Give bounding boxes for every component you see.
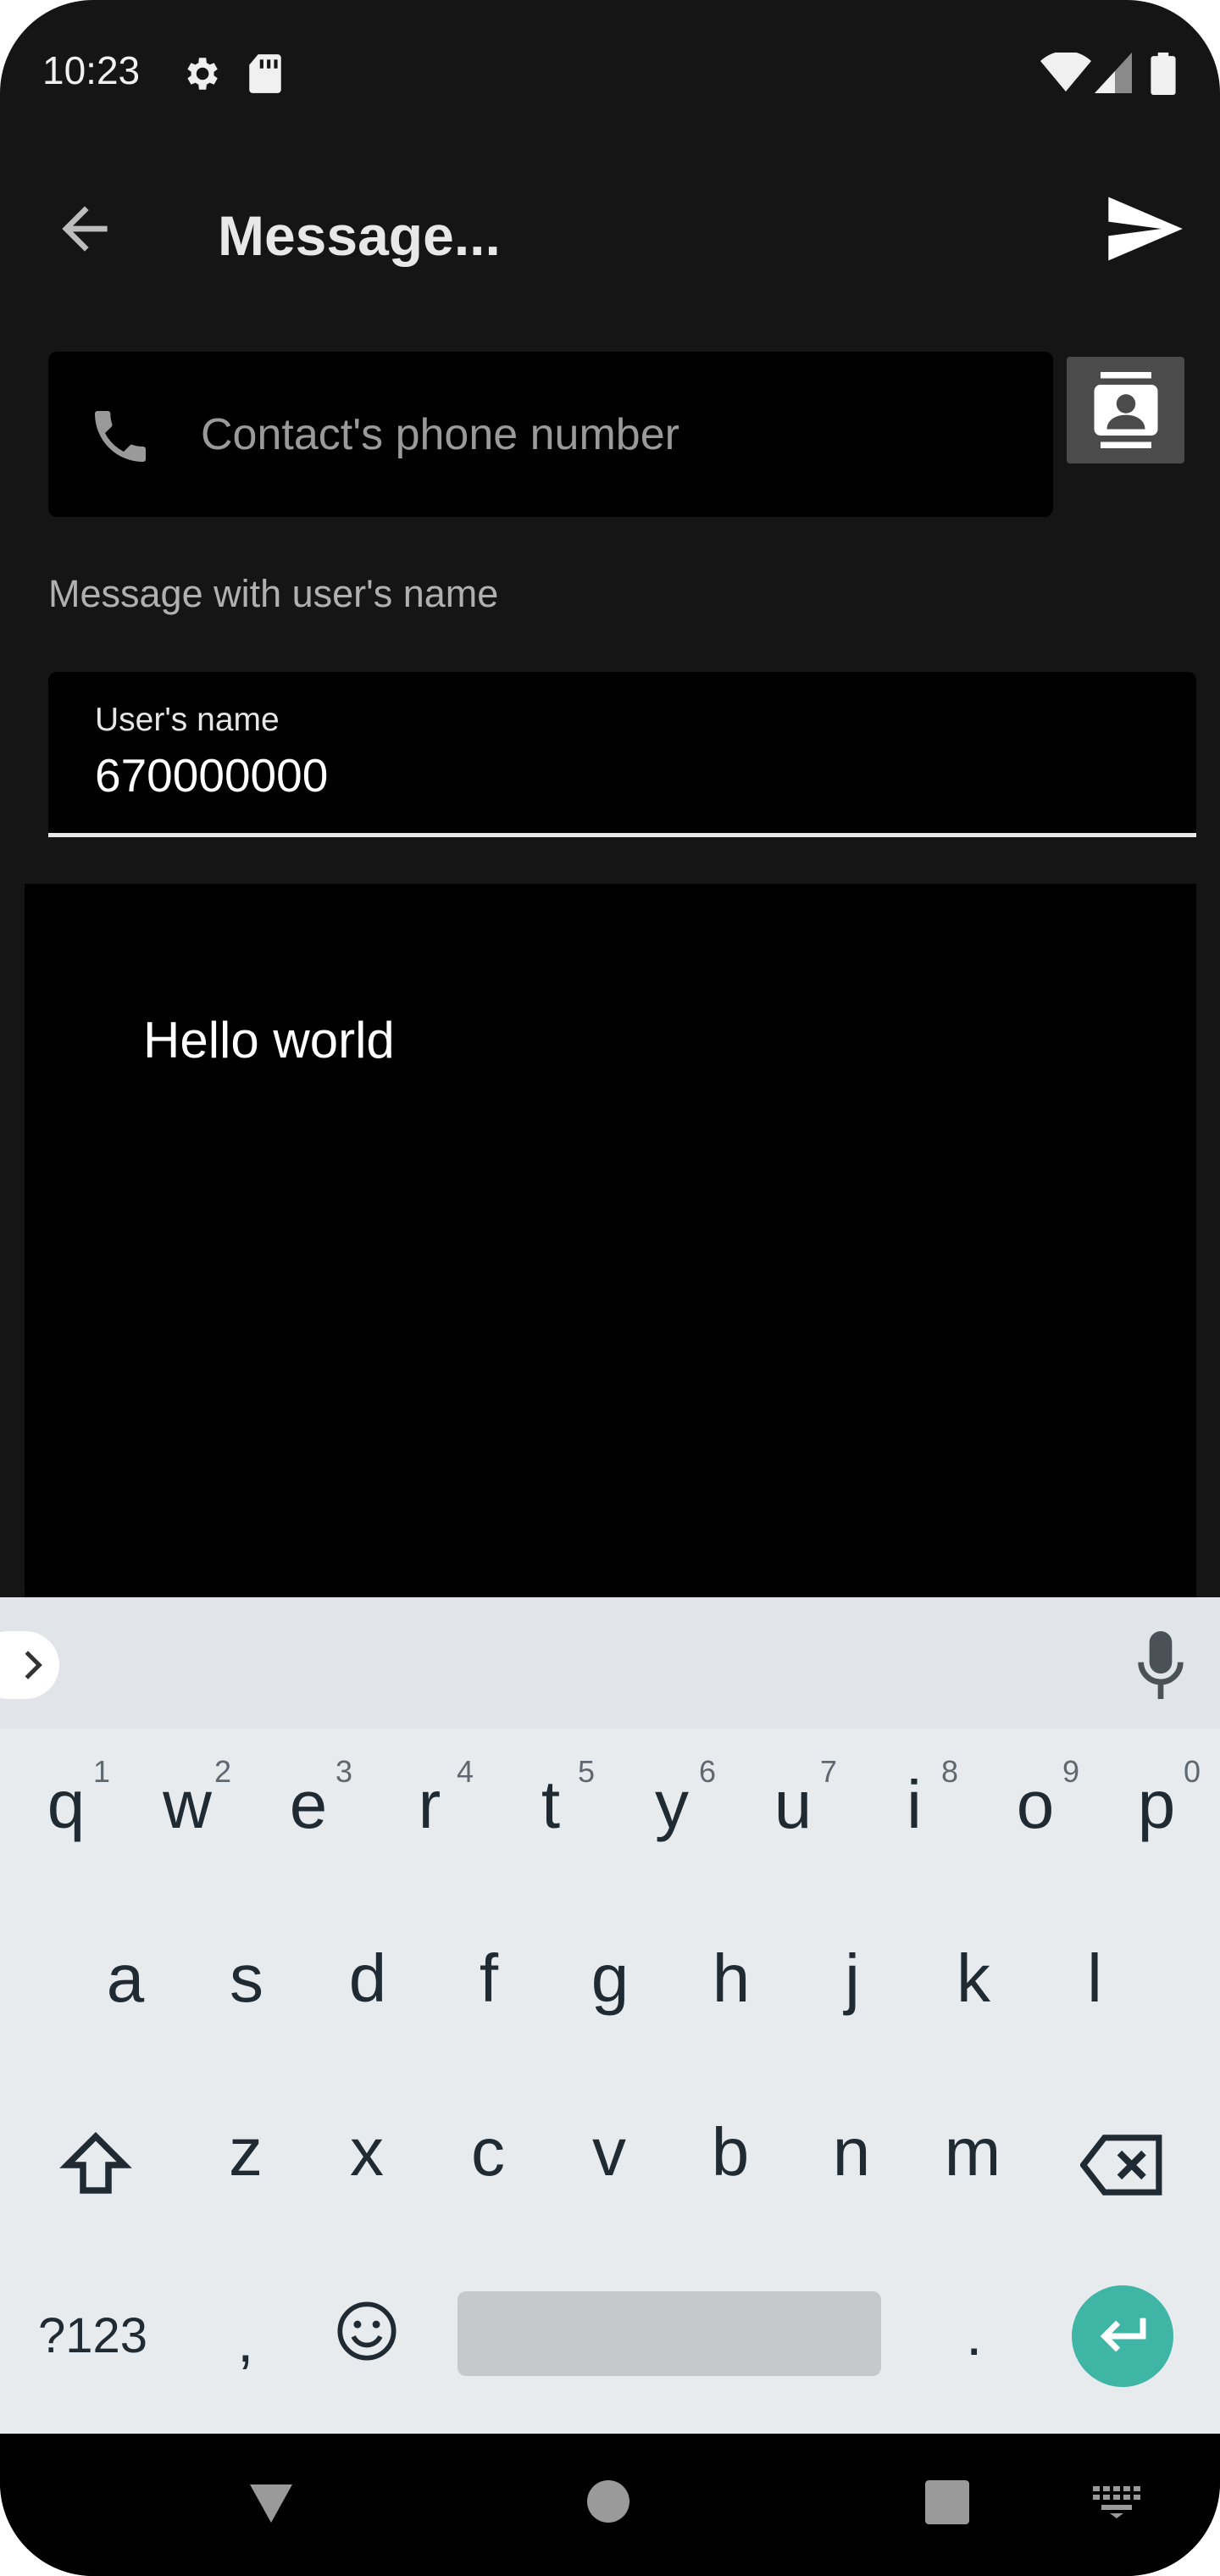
- key-hint: 8: [940, 1754, 958, 1789]
- recents-nav-icon[interactable]: [925, 2480, 969, 2524]
- shift-icon[interactable]: [58, 2127, 134, 2203]
- key-hint: 1: [92, 1754, 110, 1789]
- key-g[interactable]: g: [551, 1902, 669, 2055]
- key-label: t: [541, 1767, 561, 1842]
- back-nav-icon[interactable]: [246, 2476, 297, 2527]
- navigation-bar: [0, 2434, 1220, 2576]
- app-bar: Message...: [0, 144, 1220, 314]
- key-o[interactable]: o9: [976, 1729, 1095, 1881]
- key-w[interactable]: w2: [128, 1729, 247, 1881]
- sd-card-icon: [249, 54, 281, 93]
- key-m[interactable]: m: [913, 2076, 1032, 2229]
- key-label: e: [289, 1767, 328, 1842]
- send-icon[interactable]: [1101, 186, 1186, 271]
- home-nav-icon[interactable]: [587, 2480, 629, 2523]
- arrow-left-icon[interactable]: [51, 195, 119, 263]
- key-label: r: [418, 1767, 441, 1842]
- symbols-key[interactable]: ?123: [38, 2307, 147, 2364]
- key-p[interactable]: p0: [1097, 1729, 1216, 1881]
- signal-icon: [1095, 53, 1132, 93]
- backspace-icon[interactable]: [1080, 2131, 1165, 2199]
- enter-key[interactable]: [1072, 2285, 1173, 2387]
- key-e[interactable]: e3: [249, 1729, 368, 1881]
- key-l[interactable]: l: [1035, 1902, 1154, 2055]
- key-label: q: [47, 1767, 86, 1842]
- key-s[interactable]: s: [187, 1902, 306, 2055]
- key-x[interactable]: x: [308, 2076, 426, 2229]
- wifi-icon: [1040, 53, 1091, 92]
- key-hint: 4: [456, 1754, 474, 1789]
- key-h[interactable]: h: [672, 1902, 790, 2055]
- key-i[interactable]: i8: [855, 1729, 973, 1881]
- phone-number-field[interactable]: Contact's phone number: [48, 352, 1053, 517]
- user-name-field[interactable]: User's name 670000000: [48, 672, 1196, 837]
- chevron-right-icon: [25, 1651, 42, 1679]
- key-hint: 2: [214, 1754, 231, 1789]
- phone-icon: [95, 411, 146, 462]
- contacts-book-icon: [1094, 372, 1158, 448]
- key-y[interactable]: y6: [613, 1729, 731, 1881]
- comma-key[interactable]: ,: [237, 2307, 253, 2375]
- gear-icon: [187, 58, 218, 90]
- message-input[interactable]: Hello world: [25, 884, 1196, 1600]
- key-f[interactable]: f: [430, 1902, 548, 2055]
- section-label: Message with user's name: [48, 572, 499, 615]
- battery-icon: [1151, 53, 1176, 95]
- keyboard-toolbar: [0, 1597, 1220, 1729]
- key-hint: 6: [698, 1754, 716, 1789]
- key-c[interactable]: c: [429, 2076, 547, 2229]
- key-t[interactable]: t5: [491, 1729, 610, 1881]
- microphone-icon[interactable]: [1135, 1631, 1186, 1699]
- key-j[interactable]: j: [793, 1902, 912, 2055]
- expand-toolbar-button[interactable]: [0, 1631, 59, 1699]
- key-label: u: [774, 1767, 812, 1842]
- key-b[interactable]: b: [671, 2076, 790, 2229]
- phone-number-placeholder: Contact's phone number: [201, 410, 679, 459]
- key-r[interactable]: r4: [370, 1729, 489, 1881]
- key-label: w: [163, 1767, 212, 1842]
- contacts-button[interactable]: [1067, 357, 1184, 464]
- user-name-label: User's name: [95, 702, 280, 738]
- key-a[interactable]: a: [66, 1902, 185, 2055]
- key-hint: 3: [335, 1754, 352, 1789]
- user-name-value: 670000000: [95, 749, 329, 802]
- phone-screen: 10:23 Message... Contact's phone number …: [0, 0, 1220, 2576]
- key-q[interactable]: q1: [7, 1729, 125, 1881]
- status-time: 10:23: [42, 48, 141, 92]
- key-v[interactable]: v: [550, 2076, 668, 2229]
- key-hint: 7: [819, 1754, 837, 1789]
- keyboard-switcher-icon[interactable]: [1091, 2484, 1142, 2518]
- key-k[interactable]: k: [914, 1902, 1033, 2055]
- message-text: Hello world: [143, 1012, 395, 1069]
- key-n[interactable]: n: [792, 2076, 911, 2229]
- key-d[interactable]: d: [308, 1902, 427, 2055]
- enter-icon: [1100, 2318, 1146, 2352]
- space-key[interactable]: [458, 2291, 881, 2376]
- period-key[interactable]: .: [966, 2301, 982, 2368]
- key-hint: 5: [577, 1754, 595, 1789]
- emoji-icon[interactable]: [335, 2299, 399, 2363]
- key-label: p: [1137, 1767, 1176, 1842]
- key-u[interactable]: u7: [734, 1729, 852, 1881]
- key-z[interactable]: z: [186, 2076, 305, 2229]
- keyboard: q1w2e3r4t5y6u7i8o9p0 asdfghjkl zxcvbnm ?…: [0, 1597, 1220, 2434]
- page-title: Message...: [218, 204, 501, 267]
- key-label: y: [655, 1767, 689, 1842]
- status-bar: 10:23: [0, 0, 1220, 144]
- key-hint: 9: [1062, 1754, 1079, 1789]
- key-label: o: [1016, 1767, 1055, 1842]
- key-label: i: [907, 1767, 922, 1842]
- key-hint: 0: [1183, 1754, 1201, 1789]
